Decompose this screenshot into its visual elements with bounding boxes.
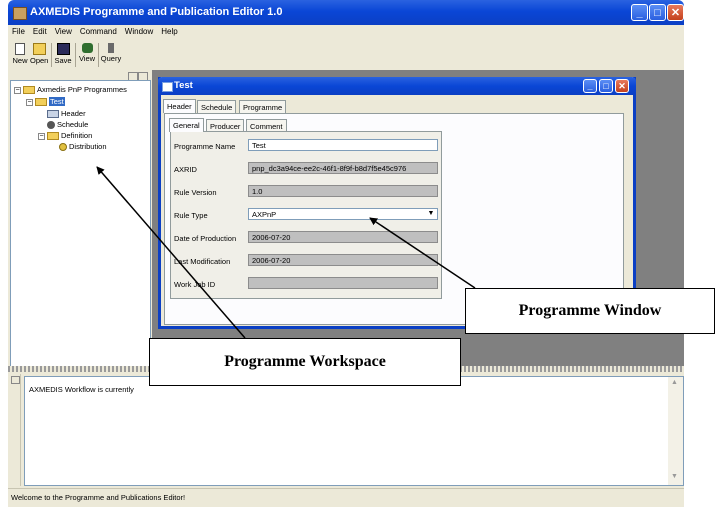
workspace-arrow (96, 166, 246, 339)
programme-workspace-callout: Programme Workspace (149, 338, 461, 386)
annotation-arrows (96, 166, 476, 339)
tab-header[interactable]: Header (163, 99, 196, 113)
programme-window-callout: Programme Window (465, 288, 715, 334)
window-arrow (369, 217, 476, 289)
subtab-general[interactable]: General (169, 118, 204, 132)
